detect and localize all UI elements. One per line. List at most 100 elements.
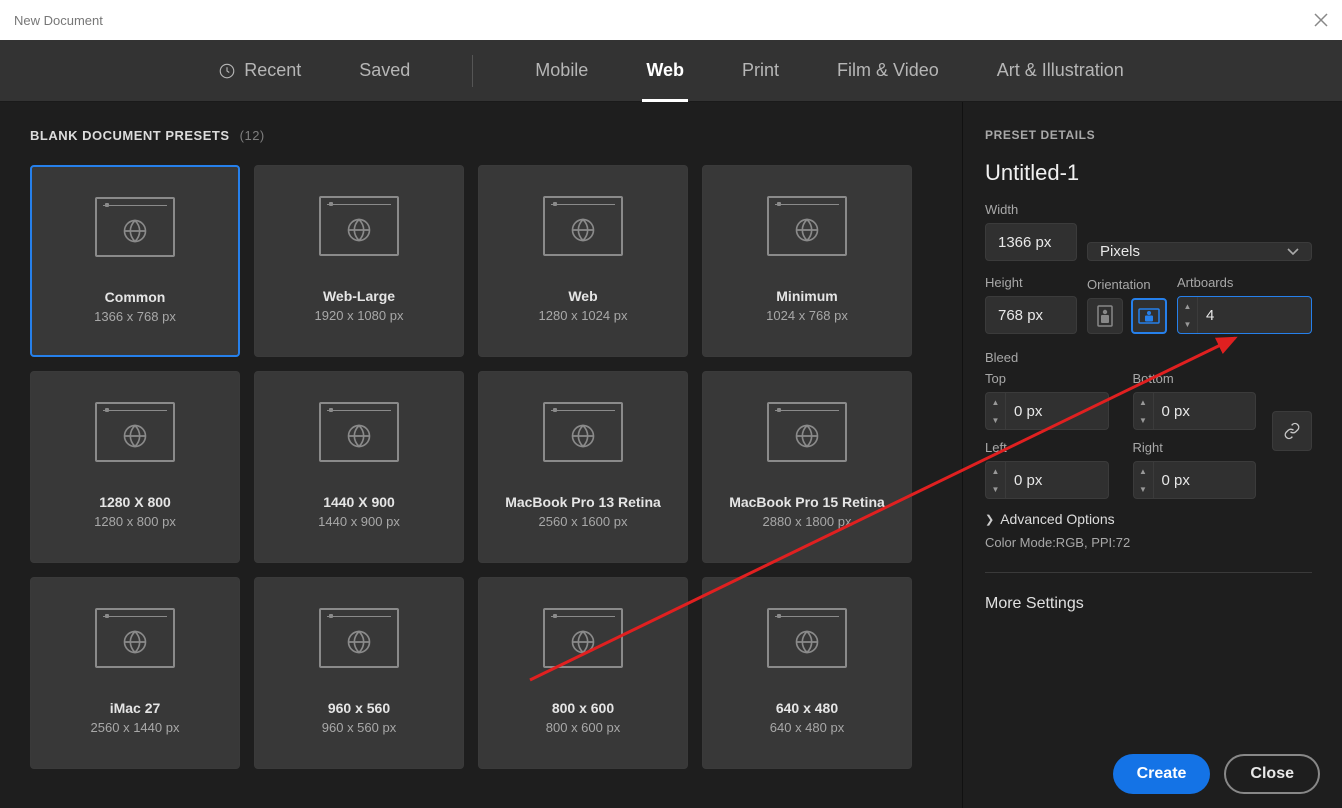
window-close-button[interactable] [1314,13,1328,27]
advanced-options-toggle[interactable]: ❯ Advanced Options [985,511,1312,527]
globe-icon [793,422,821,450]
bleed-top-input[interactable]: ▲▼ 0 px [985,392,1109,430]
more-settings-button[interactable]: More Settings [985,595,1312,613]
orientation-portrait-button[interactable] [1087,298,1123,334]
preset-dimensions: 2880 x 1800 px [763,514,852,529]
preset-thumbnail [767,196,847,256]
close-icon [1314,13,1328,27]
artboards-label: Artboards [1177,275,1312,290]
step-down[interactable]: ▼ [1134,480,1153,498]
preset-grid: Common 1366 x 768 px Web-Large1920 x 1080 … [30,165,934,769]
create-button[interactable]: Create [1113,754,1211,794]
artboards-step-up[interactable]: ▲ [1178,297,1197,315]
preset-card[interactable]: 1440 X 9001440 x 900 px [254,371,464,563]
step-up[interactable]: ▲ [1134,462,1153,480]
tab-film[interactable]: Film & Video [833,40,943,101]
preset-card[interactable]: 1280 X 800 1280 x 800 px [30,371,240,563]
presets-count: (12) [240,128,265,143]
preset-details-title: PRESET DETAILS [985,128,1312,142]
preset-dimensions: 2560 x 1600 px [539,514,628,529]
color-mode-info: Color Mode:RGB, PPI:72 [985,535,1312,550]
preset-title: 800 x 600 [552,700,614,716]
step-up[interactable]: ▲ [1134,393,1153,411]
globe-icon [569,216,597,244]
preset-card[interactable]: iMac 272560 x 1440 px [30,577,240,769]
bleed-link-button[interactable] [1272,411,1312,451]
units-select[interactable]: Pixels [1087,242,1312,261]
artboards-value: 4 [1198,297,1311,333]
bleed-right-input[interactable]: ▲▼ 0 px [1133,461,1257,499]
preset-title: 1280 X 800 [99,494,171,510]
tab-recent[interactable]: Recent [214,40,305,101]
chevron-down-icon [1287,243,1299,260]
width-input[interactable]: 1366 px [985,223,1077,261]
artboards-step-down[interactable]: ▼ [1178,315,1197,333]
preset-thumbnail [319,196,399,256]
preset-thumbnail [95,402,175,462]
orientation-landscape-button[interactable] [1131,298,1167,334]
artboards-input[interactable]: ▲ ▼ 4 [1177,296,1312,334]
clock-icon [218,62,236,80]
tab-film-label: Film & Video [837,60,939,81]
preset-card[interactable]: 640 x 480640 x 480 px [702,577,912,769]
preset-title: iMac 27 [110,700,161,716]
step-up[interactable]: ▲ [986,393,1005,411]
tab-web[interactable]: Web [642,40,688,101]
bleed-left-label: Left [985,440,1109,455]
step-up[interactable]: ▲ [986,462,1005,480]
title-bar: New Document [0,0,1342,40]
tab-print-label: Print [742,60,779,81]
preset-card[interactable]: Minimum 1024 x 768 px [702,165,912,357]
bleed-bottom-input[interactable]: ▲▼ 0 px [1133,392,1257,430]
tab-mobile-label: Mobile [535,60,588,81]
preset-dimensions: 1920 x 1080 px [315,308,404,323]
preset-details-pane: PRESET DETAILS Untitled-1 Width 1366 px … [962,102,1342,808]
preset-card[interactable]: Web-Large1920 x 1080 px [254,165,464,357]
preset-thumbnail [767,608,847,668]
preset-thumbnail [95,608,175,668]
tab-mobile[interactable]: Mobile [531,40,592,101]
tab-recent-label: Recent [244,60,301,81]
height-input[interactable]: 768 px [985,296,1077,334]
preset-card[interactable]: MacBook Pro 15 Retina 2880 x 1800 px [702,371,912,563]
bleed-left-input[interactable]: ▲▼ 0 px [985,461,1109,499]
preset-thumbnail [95,197,175,257]
preset-dimensions: 1024 x 768 px [766,308,848,323]
tab-print[interactable]: Print [738,40,783,101]
presets-pane: BLANK DOCUMENT PRESETS (12) Common 1366 x… [0,102,962,808]
step-down[interactable]: ▼ [986,411,1005,429]
bleed-bottom-value: 0 px [1154,393,1256,429]
preset-card[interactable]: 800 x 600800 x 600 px [478,577,688,769]
preset-card[interactable]: Web1280 x 1024 px [478,165,688,357]
create-button-label: Create [1137,765,1187,783]
preset-card[interactable]: Common 1366 x 768 px [30,165,240,357]
preset-title: Common [105,289,166,305]
height-label: Height [985,275,1077,290]
preset-dimensions: 1280 x 800 px [94,514,176,529]
landscape-icon [1138,307,1160,325]
preset-card[interactable]: 960 x 560960 x 560 px [254,577,464,769]
preset-thumbnail [543,608,623,668]
presets-header: BLANK DOCUMENT PRESETS (12) [30,128,934,143]
step-down[interactable]: ▼ [1134,411,1153,429]
preset-dimensions: 1366 x 768 px [94,309,176,324]
globe-icon [793,216,821,244]
tab-art[interactable]: Art & Illustration [993,40,1128,101]
document-name[interactable]: Untitled-1 [985,160,1312,186]
globe-icon [345,216,373,244]
tab-saved[interactable]: Saved [355,40,414,101]
close-button[interactable]: Close [1224,754,1320,794]
bleed-right-value: 0 px [1154,462,1256,498]
tab-separator [472,55,473,87]
preset-card[interactable]: MacBook Pro 13 Retina2560 x 1600 px [478,371,688,563]
window-title: New Document [14,13,103,28]
preset-thumbnail [319,608,399,668]
preset-thumbnail [767,402,847,462]
preset-title: 960 x 560 [328,700,390,716]
globe-icon [121,217,149,245]
globe-icon [345,628,373,656]
preset-title: Minimum [776,288,837,304]
preset-title: MacBook Pro 15 Retina [729,494,885,510]
globe-icon [569,628,597,656]
step-down[interactable]: ▼ [986,480,1005,498]
